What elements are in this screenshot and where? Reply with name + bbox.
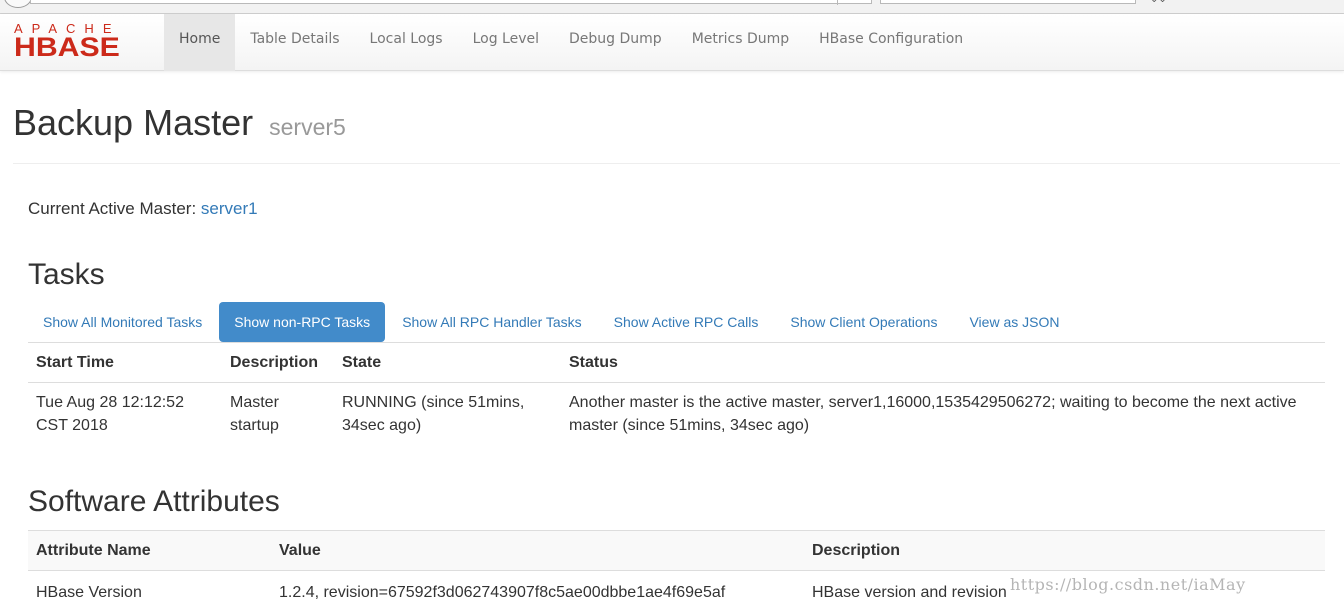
column-header-state: State <box>334 343 561 383</box>
task-description: Master startup <box>222 383 334 446</box>
browser-toolbar-remnant: ⌄⌄ <box>0 0 1344 14</box>
logo-hbase-text: HBASE <box>14 35 166 59</box>
table-row: Tue Aug 28 12:12:52 CST 2018 Master star… <box>28 383 1325 446</box>
nav-item-home[interactable]: Home <box>164 14 235 71</box>
column-header-description: Description <box>222 343 334 383</box>
address-dropdown[interactable] <box>837 0 871 5</box>
nav-item-local-logs[interactable]: Local Logs <box>355 14 458 71</box>
page-header: Backup Master server5 <box>13 95 1340 164</box>
watermark-text: https://blog.csdn.net/iaMay <box>1010 575 1246 594</box>
download-icon[interactable]: ⌄⌄ <box>1150 0 1166 4</box>
task-start-time: Tue Aug 28 12:12:52 CST 2018 <box>28 383 222 446</box>
active-master-line: Current Active Master: server1 <box>28 197 258 221</box>
column-header-value: Value <box>271 531 804 571</box>
nav-item-debug-dump[interactable]: Debug Dump <box>554 14 677 71</box>
software-attributes-heading: Software Attributes <box>28 484 280 520</box>
tab-show-active-rpc-calls[interactable]: Show Active RPC Calls <box>599 302 774 342</box>
tasks-table-header: Start Time Description State Status <box>28 343 1325 383</box>
tab-show-all-monitored-tasks[interactable]: Show All Monitored Tasks <box>28 302 217 342</box>
nav-menu: Home Table Details Local Logs Log Level … <box>164 14 978 71</box>
column-header-attr-description: Description <box>804 531 1325 571</box>
tab-view-as-json[interactable]: View as JSON <box>954 302 1074 342</box>
active-master-label: Current Active Master: <box>28 199 196 218</box>
column-header-status: Status <box>561 343 1325 383</box>
task-state: RUNNING (since 51mins, 34sec ago) <box>334 383 561 446</box>
tab-show-all-rpc-handler-tasks[interactable]: Show All RPC Handler Tasks <box>387 302 596 342</box>
page-title-text: Backup Master <box>13 102 253 143</box>
nav-item-hbase-configuration[interactable]: HBase Configuration <box>804 14 978 71</box>
tab-show-non-rpc-tasks[interactable]: Show non-RPC Tasks <box>219 302 385 342</box>
task-status: Another master is the active master, ser… <box>561 383 1325 446</box>
page-title: Backup Master server5 <box>13 95 1340 155</box>
nav-item-metrics-dump[interactable]: Metrics Dump <box>677 14 804 71</box>
hbase-logo[interactable]: APACHE HBASE <box>14 22 150 62</box>
back-button[interactable] <box>4 0 32 8</box>
tasks-heading: Tasks <box>28 257 105 293</box>
active-master-link[interactable]: server1 <box>201 199 258 218</box>
nav-item-log-level[interactable]: Log Level <box>458 14 554 71</box>
software-table-header: Attribute Name Value Description <box>28 531 1325 571</box>
nav-item-table-details[interactable]: Table Details <box>235 14 354 71</box>
navbar: APACHE HBASE Home Table Details Local Lo… <box>0 14 1344 71</box>
software-attributes-table: Attribute Name Value Description HBase V… <box>28 530 1325 612</box>
browser-search-box[interactable] <box>880 0 1136 4</box>
tasks-table: Start Time Description State Status Tue … <box>28 342 1325 445</box>
tab-show-client-operations[interactable]: Show Client Operations <box>775 302 952 342</box>
column-header-attribute-name: Attribute Name <box>28 531 271 571</box>
tasks-filter-tabs: Show All Monitored Tasks Show non-RPC Ta… <box>28 302 1076 342</box>
column-header-start-time: Start Time <box>28 343 222 383</box>
page-subtitle-server: server5 <box>269 114 346 140</box>
address-bar[interactable] <box>30 0 872 4</box>
